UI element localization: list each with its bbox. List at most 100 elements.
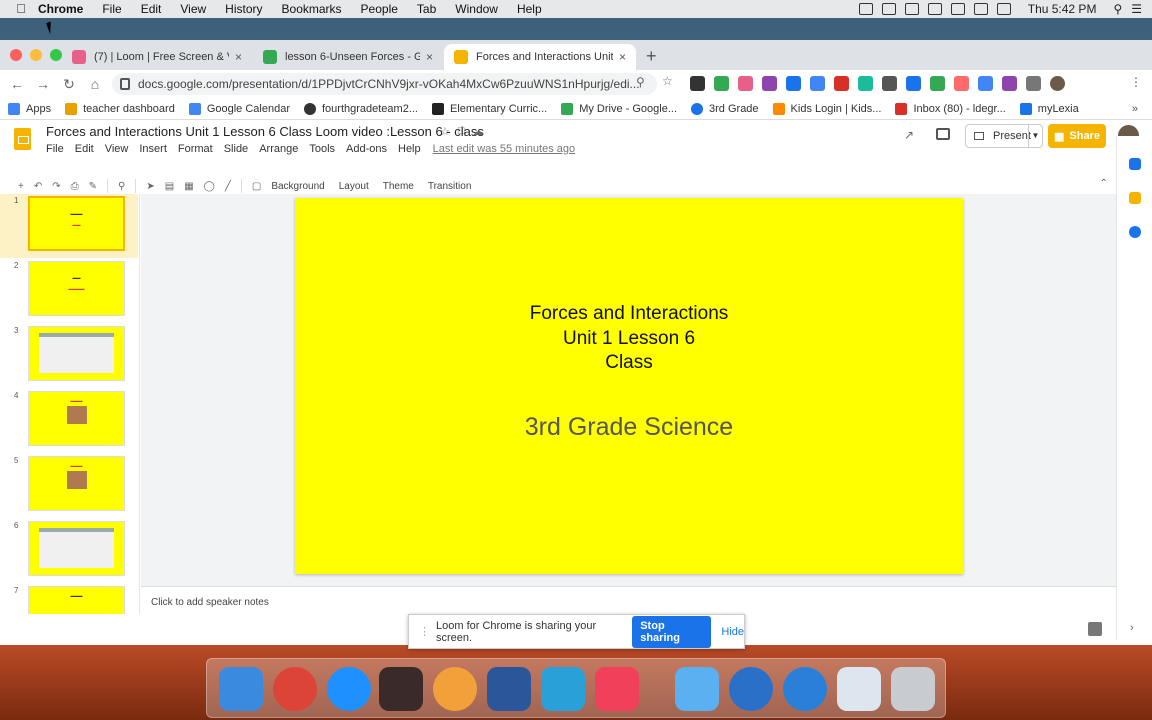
address-bar[interactable]: docs.google.com/presentation/d/1PPDjvtCr… (112, 73, 657, 95)
photos-icon[interactable] (433, 667, 477, 711)
close-tab-icon[interactable]: × (426, 50, 433, 64)
safari-icon[interactable] (327, 667, 371, 711)
music-icon[interactable] (595, 667, 639, 711)
close-tab-icon[interactable]: × (235, 50, 242, 64)
menu-history[interactable]: History (225, 2, 262, 16)
slide-preview[interactable]: ▬▬ ▬▬▬▬ (28, 261, 125, 316)
airplay-icon[interactable] (927, 3, 942, 15)
menu-view[interactable]: View (180, 2, 206, 16)
current-slide[interactable]: Forces and Interactions Unit 1 Lesson 6 … (295, 198, 963, 574)
app-menu-edit[interactable]: Edit (75, 143, 94, 155)
cloud-saved-icon[interactable]: ☁ (473, 125, 484, 138)
slide-thumbnail[interactable]: 1 ▬▬▬ ▬▬ (0, 194, 138, 258)
trash-icon[interactable] (891, 667, 935, 711)
menu-bookmarks[interactable]: Bookmarks (282, 2, 342, 16)
app-menu-tools[interactable]: Tools (309, 143, 335, 155)
bookmark-google-calendar[interactable]: Google Calendar (188, 102, 290, 115)
globe-icon[interactable] (729, 667, 773, 711)
slide-thumbnail[interactable]: 7 ▬▬▬ (0, 584, 138, 614)
move-folder-icon[interactable]: □ (458, 125, 465, 138)
chrome-menu-icon[interactable]: ⋮ (1130, 75, 1142, 89)
present-dropdown-icon[interactable]: ▼ (1028, 125, 1042, 147)
slide-preview[interactable]: ▬▬▬ ▬▬ (28, 196, 125, 251)
close-window-icon[interactable] (10, 49, 22, 61)
extension-icon[interactable] (786, 76, 801, 91)
slide-preview[interactable]: ▬▬▬ (28, 456, 125, 511)
menu-help[interactable]: Help (517, 2, 542, 16)
pages-icon[interactable] (541, 667, 585, 711)
app-menu-view[interactable]: View (105, 143, 129, 155)
menu-people[interactable]: People (361, 2, 398, 16)
bookmark-kids-login[interactable]: Kids Login | Kids... (772, 102, 881, 115)
comment-icon[interactable] (936, 128, 950, 140)
extension-icon[interactable] (1002, 76, 1017, 91)
extension-icon[interactable] (690, 76, 705, 91)
hide-button[interactable]: Hide (721, 626, 744, 638)
slide-thumbnail[interactable]: 3 (0, 324, 138, 388)
add-comment-icon[interactable]: ▢ (252, 181, 261, 192)
slide-thumbnail[interactable]: 2 ▬▬ ▬▬▬▬ (0, 259, 138, 323)
background-button[interactable]: Background (271, 181, 324, 192)
tab-loom[interactable]: (7) | Loom | Free Screen & Vid × (62, 44, 252, 70)
select-cursor-icon[interactable]: ➤ (146, 181, 154, 192)
extension-status-icon[interactable] (881, 3, 896, 15)
slide-thumbnail[interactable]: 5 ▬▬▬ (0, 454, 138, 518)
apple-icon[interactable]:  (14, 2, 28, 16)
drag-handle-icon[interactable]: ⋮ (419, 625, 430, 638)
app-menu-help[interactable]: Help (398, 143, 421, 155)
app-menu-arrange[interactable]: Arrange (259, 143, 298, 155)
bookmark-elementary-curriculum[interactable]: Elementary Curric... (432, 102, 547, 115)
bookmark-teacher-dashboard[interactable]: teacher dashboard (65, 102, 175, 115)
address-url[interactable]: docs.google.com/presentation/d/1PPDjvtCr… (138, 77, 657, 91)
share-button[interactable]: ▩ Share (1048, 124, 1106, 148)
bookmark-apps[interactable]: Apps (8, 102, 51, 115)
volume-icon[interactable] (973, 3, 988, 15)
print-icon[interactable]: ⎙ (71, 181, 79, 192)
stop-sharing-button[interactable]: Stop sharing (632, 615, 712, 648)
layout-button[interactable]: Layout (339, 181, 369, 192)
menu-edit[interactable]: Edit (141, 2, 162, 16)
undo-icon[interactable]: ↶ (34, 181, 42, 192)
slide-preview[interactable]: ▬▬▬ (28, 586, 125, 614)
word-icon[interactable] (487, 667, 531, 711)
document-icon[interactable] (837, 667, 881, 711)
app-menu-insert[interactable]: Insert (139, 143, 167, 155)
paint-format-icon[interactable]: ✎ (89, 181, 97, 192)
extension-icon[interactable] (834, 76, 849, 91)
app-menu-addons[interactable]: Add-ons (346, 143, 387, 155)
extension-icon[interactable] (930, 76, 945, 91)
menu-file[interactable]: File (102, 2, 121, 16)
menu-window[interactable]: Window (455, 2, 498, 16)
zoom-window-icon[interactable] (50, 49, 62, 61)
slide-subtitle-textbox[interactable]: 3rd Grade Science (295, 413, 963, 442)
document-title[interactable]: Forces and Interactions Unit 1 Lesson 6 … (46, 124, 484, 139)
close-tab-icon[interactable]: × (619, 50, 626, 64)
back-icon[interactable]: ← (4, 76, 30, 92)
forward-icon[interactable]: → (30, 76, 56, 92)
app-menu-format[interactable]: Format (178, 143, 213, 155)
keep-icon[interactable] (1128, 192, 1141, 204)
text-box-icon[interactable]: ▤ (165, 181, 174, 192)
image-icon[interactable]: ▦ (184, 181, 193, 192)
bookmark-mylexia[interactable]: myLexia (1019, 102, 1079, 115)
redo-icon[interactable]: ↷ (52, 181, 60, 192)
chevron-up-icon[interactable]: ⌃ (1100, 178, 1108, 189)
extension-icon[interactable] (810, 76, 825, 91)
puzzle-icon[interactable] (1026, 76, 1041, 91)
extension-icon[interactable] (714, 76, 729, 91)
finder-icon[interactable] (219, 667, 263, 711)
new-tab-icon[interactable]: + (646, 46, 657, 67)
zoom-icon[interactable]: ⚲ (118, 181, 125, 192)
shape-icon[interactable]: ◯ (204, 181, 215, 192)
extension-icon[interactable] (906, 76, 921, 91)
present-button[interactable]: Present ▼ (965, 124, 1043, 148)
extension-icon[interactable] (978, 76, 993, 91)
extension-icon[interactable] (738, 76, 753, 91)
extension-icon[interactable] (762, 76, 777, 91)
notification-center-icon[interactable]: ☰ (1131, 2, 1142, 16)
calendar-icon[interactable] (1128, 158, 1141, 170)
transition-button[interactable]: Transition (428, 181, 472, 192)
slide-preview[interactable] (28, 326, 125, 381)
printer-icon[interactable] (904, 3, 919, 15)
extension-icon[interactable] (858, 76, 873, 91)
